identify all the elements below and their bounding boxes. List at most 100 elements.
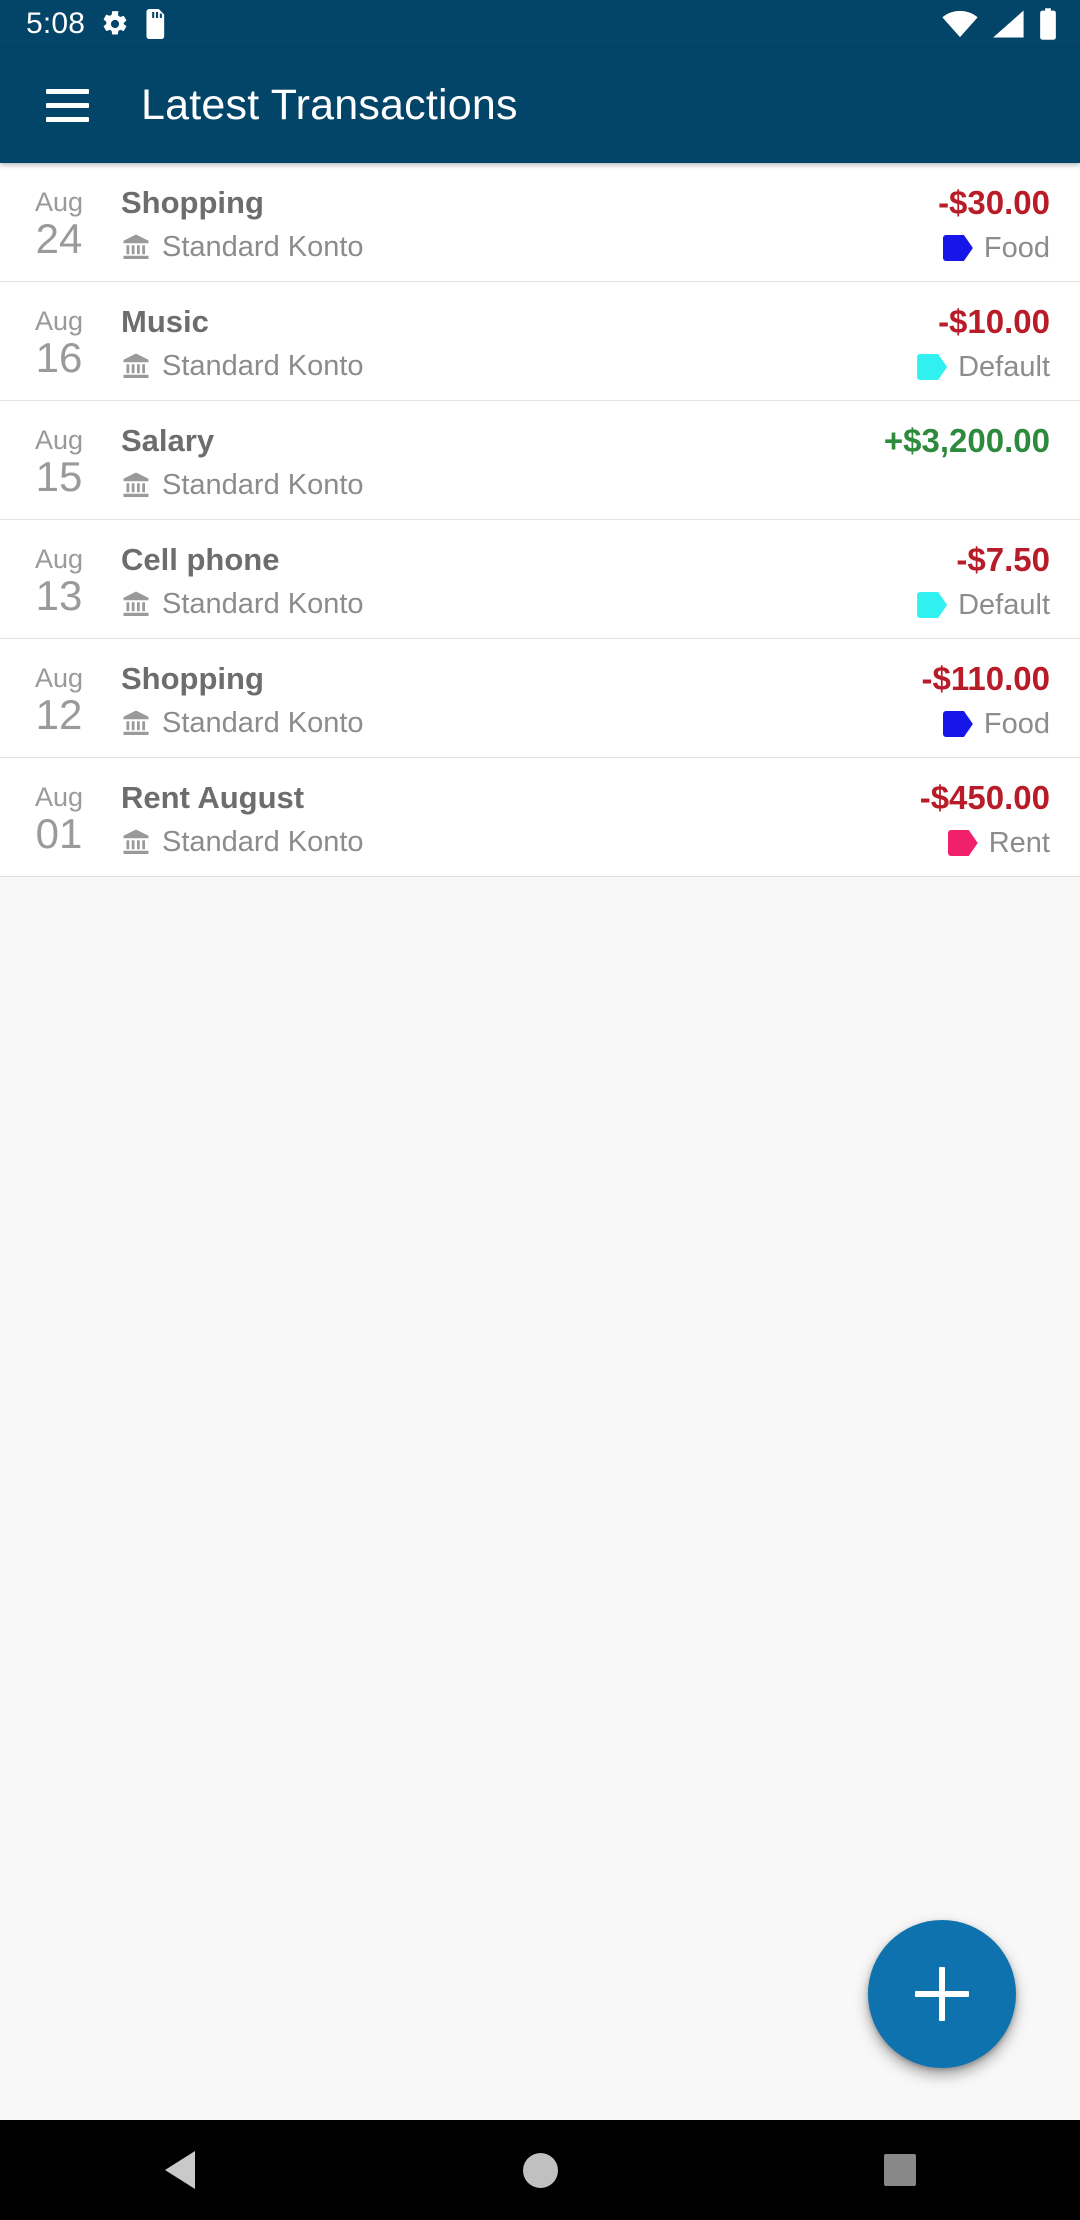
transaction-tag: Default: [917, 351, 1050, 383]
transaction-tag: Food: [942, 708, 1050, 740]
transaction-row[interactable]: Aug 13 Cell phone Standard Konto -$7.50 Defau…: [0, 520, 1080, 639]
transaction-day: 12: [35, 691, 83, 738]
transaction-right: +$3,200.00: [884, 423, 1050, 459]
transaction-month: Aug: [34, 306, 84, 336]
transaction-date: Aug 15: [22, 423, 96, 499]
transaction-date: Aug 16: [22, 304, 96, 380]
transaction-account: Standard Konto: [121, 231, 938, 263]
sd-card-icon: [146, 9, 165, 39]
transaction-list[interactable]: Aug 24 Shopping Standard Konto -$30.00 Food Au…: [0, 163, 1080, 877]
transaction-date: Aug 12: [22, 661, 96, 737]
transaction-amount: -$7.50: [956, 541, 1050, 578]
tag-color-icon: [942, 235, 973, 261]
transaction-account: Standard Konto: [121, 588, 917, 620]
transaction-row[interactable]: Aug 15 Salary Standard Konto +$3,200.00: [0, 401, 1080, 520]
hamburger-line: [45, 103, 89, 108]
account-name: Standard Konto: [162, 707, 364, 739]
transaction-month: Aug: [34, 425, 84, 455]
account-name: Standard Konto: [162, 588, 364, 620]
transaction-day: 01: [35, 810, 83, 857]
account-name: Standard Konto: [162, 826, 364, 858]
transaction-right: -$110.00 Food: [921, 660, 1050, 741]
hamburger-line: [45, 117, 89, 122]
transaction-title: Shopping: [121, 661, 264, 696]
transaction-account: Standard Konto: [121, 469, 884, 501]
hamburger-menu-icon[interactable]: [36, 75, 98, 137]
transaction-details: Music Standard Konto: [96, 304, 917, 382]
tag-label: Default: [958, 351, 1050, 383]
add-transaction-fab[interactable]: [868, 1920, 1016, 2068]
transaction-month: Aug: [34, 544, 84, 574]
transaction-right: -$10.00 Default: [917, 304, 1050, 383]
transaction-title: Rent August: [121, 780, 305, 815]
transaction-details: Rent August Standard Konto: [96, 780, 920, 858]
transaction-amount: -$30.00: [938, 184, 1050, 221]
android-navigation-bar: [0, 2120, 1080, 2220]
transaction-title: Music: [121, 304, 209, 339]
transaction-amount: -$110.00: [921, 660, 1050, 697]
account-name: Standard Konto: [162, 469, 364, 501]
bank-icon: [123, 234, 149, 259]
transaction-details: Shopping Standard Konto: [96, 661, 922, 739]
transaction-month: Aug: [34, 663, 84, 693]
battery-icon: [1040, 8, 1056, 40]
transaction-account: Standard Konto: [121, 350, 917, 382]
tag-color-icon: [942, 711, 973, 737]
home-icon: [522, 2152, 558, 2188]
nav-back-button[interactable]: [100, 2120, 260, 2220]
cellular-signal-icon: [993, 10, 1024, 38]
transaction-title: Shopping: [121, 185, 264, 220]
transaction-day: 13: [35, 572, 83, 619]
transaction-day: 16: [35, 334, 83, 381]
transaction-tag: Default: [917, 589, 1050, 621]
transaction-row[interactable]: Aug 01 Rent August Standard Konto -$450.00 Re…: [0, 758, 1080, 877]
transaction-row[interactable]: Aug 12 Shopping Standard Konto -$110.00 Food: [0, 639, 1080, 758]
content-area: Aug 24 Shopping Standard Konto -$30.00 Food Au…: [0, 163, 1080, 2120]
app-bar: Latest Transactions: [0, 48, 1080, 163]
back-icon: [165, 2151, 195, 2189]
bank-icon: [123, 710, 149, 735]
hamburger-line: [45, 89, 89, 94]
tag-color-icon: [947, 830, 978, 856]
transaction-date: Aug 01: [22, 780, 96, 856]
transaction-title: Salary: [121, 423, 215, 458]
transaction-details: Cell phone Standard Konto: [96, 542, 917, 620]
transaction-right: -$7.50 Default: [917, 542, 1050, 621]
transaction-day: 15: [35, 453, 83, 500]
transaction-details: Shopping Standard Konto: [96, 185, 938, 263]
plus-icon: [915, 1967, 969, 2021]
transaction-month: Aug: [34, 782, 84, 812]
transaction-month: Aug: [34, 187, 84, 217]
bank-icon: [123, 472, 149, 497]
tag-color-icon: [917, 354, 948, 380]
transaction-amount: -$10.00: [938, 303, 1050, 340]
transaction-account: Standard Konto: [121, 707, 922, 739]
transaction-right: -$450.00 Rent: [919, 779, 1050, 860]
tag-label: Default: [958, 589, 1050, 621]
transaction-date: Aug 24: [22, 185, 96, 261]
nav-home-button[interactable]: [460, 2120, 620, 2220]
account-name: Standard Konto: [162, 231, 364, 263]
transaction-row[interactable]: Aug 24 Shopping Standard Konto -$30.00 Food: [0, 163, 1080, 282]
tag-label: Rent: [988, 827, 1050, 859]
bank-icon: [123, 591, 149, 616]
transaction-title: Cell phone: [121, 542, 280, 577]
transaction-day: 24: [35, 215, 83, 262]
status-bar-left: 5:08: [26, 9, 167, 39]
wifi-icon: [942, 10, 978, 38]
bank-icon: [123, 829, 149, 854]
status-bar-clock: 5:08: [26, 7, 86, 40]
tag-label: Food: [983, 708, 1050, 740]
account-name: Standard Konto: [162, 350, 364, 382]
nav-recents-button[interactable]: [820, 2120, 980, 2220]
transaction-date: Aug 13: [22, 542, 96, 618]
page-title: Latest Transactions: [141, 81, 518, 129]
recents-icon: [884, 2154, 916, 2186]
transaction-amount: -$450.00: [919, 779, 1050, 816]
transaction-tag: Food: [942, 232, 1050, 264]
transaction-right: -$30.00 Food: [938, 184, 1050, 265]
transaction-row[interactable]: Aug 16 Music Standard Konto -$10.00 Default: [0, 282, 1080, 401]
tag-label: Food: [983, 232, 1050, 264]
gear-icon: [103, 11, 127, 35]
transaction-tag: Rent: [947, 827, 1050, 859]
